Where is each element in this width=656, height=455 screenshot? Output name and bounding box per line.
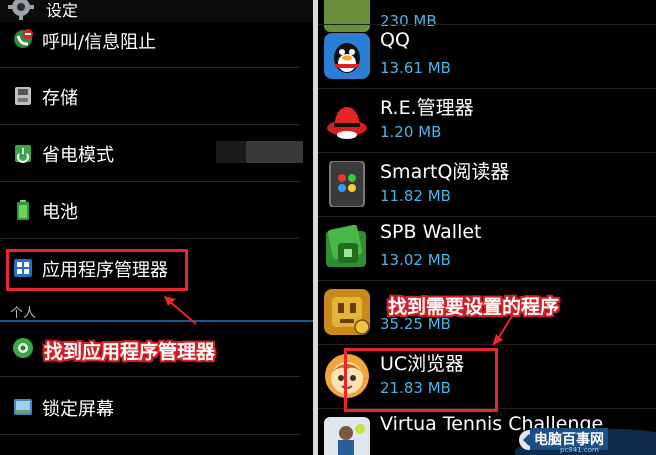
settings-item-label: 呼叫/信息阻止 [42, 32, 157, 53]
app-list-item-qq[interactable]: QQ 13.61 MB [318, 25, 656, 88]
lock-screen-icon [14, 399, 32, 415]
redhat-icon [327, 107, 367, 139]
app-size: 1.20 MB [380, 123, 442, 141]
app-name: SPB Wallet [380, 221, 482, 243]
reader-icon [329, 161, 365, 207]
app-name: SmartQ阅读器 [380, 161, 510, 183]
annotation-find-app: 找到需要设置的程序 [388, 296, 560, 318]
highlight-box [344, 348, 498, 412]
settings-item-label: 电池 [42, 202, 78, 223]
toggle-knob [216, 141, 246, 163]
app-list-item-spb-wallet[interactable]: SPB Wallet 13.02 MB [318, 217, 656, 280]
wallet-icon [326, 225, 366, 267]
qq-penguin-icon [324, 33, 370, 79]
divider [0, 376, 300, 377]
storage-icon [15, 87, 31, 105]
app-name: QQ [380, 29, 410, 51]
settings-item-label: 省电模式 [42, 145, 114, 166]
temple-run-icon [324, 289, 370, 335]
settings-item-storage[interactable]: 存储 [0, 68, 313, 124]
power-saving-icon [15, 145, 31, 163]
annotation-find-app-manager: 找到应用程序管理器 [44, 341, 216, 363]
round-settings-icon [13, 338, 33, 358]
divider [0, 434, 300, 435]
power-saving-toggle[interactable] [216, 141, 303, 163]
settings-item-battery[interactable]: 电池 [0, 182, 313, 238]
app-name: R.E.管理器 [380, 97, 474, 119]
app-list-item-smartq-reader[interactable]: SmartQ阅读器 11.82 MB [318, 153, 656, 216]
settings-item-call-block[interactable]: 呼叫/信息阻止 [0, 14, 313, 70]
watermark-subtext: pc841.com [560, 446, 599, 454]
tennis-icon [324, 417, 370, 455]
call-block-icon [14, 29, 33, 48]
app-list-item-re-manager[interactable]: R.E.管理器 1.20 MB [318, 89, 656, 152]
settings-panel: 设定 呼叫/信息阻止 存储 省电模式 电池 应用程序管理器 个人 找到应用程序管… [0, 0, 313, 455]
settings-item-lock-screen[interactable]: 锁定屏幕 [0, 378, 313, 434]
settings-item-label: 存储 [42, 88, 78, 109]
section-divider [0, 320, 313, 322]
app-size: 13.02 MB [380, 251, 451, 269]
arrow-icon [492, 315, 513, 346]
app-size: 13.61 MB [380, 59, 451, 77]
battery-icon [17, 200, 29, 220]
highlight-box [6, 249, 188, 291]
settings-item-label: 锁定屏幕 [42, 399, 114, 420]
app-size: 11.82 MB [380, 187, 451, 205]
section-header: 个人 [10, 306, 37, 321]
arrow-icon [164, 296, 197, 325]
